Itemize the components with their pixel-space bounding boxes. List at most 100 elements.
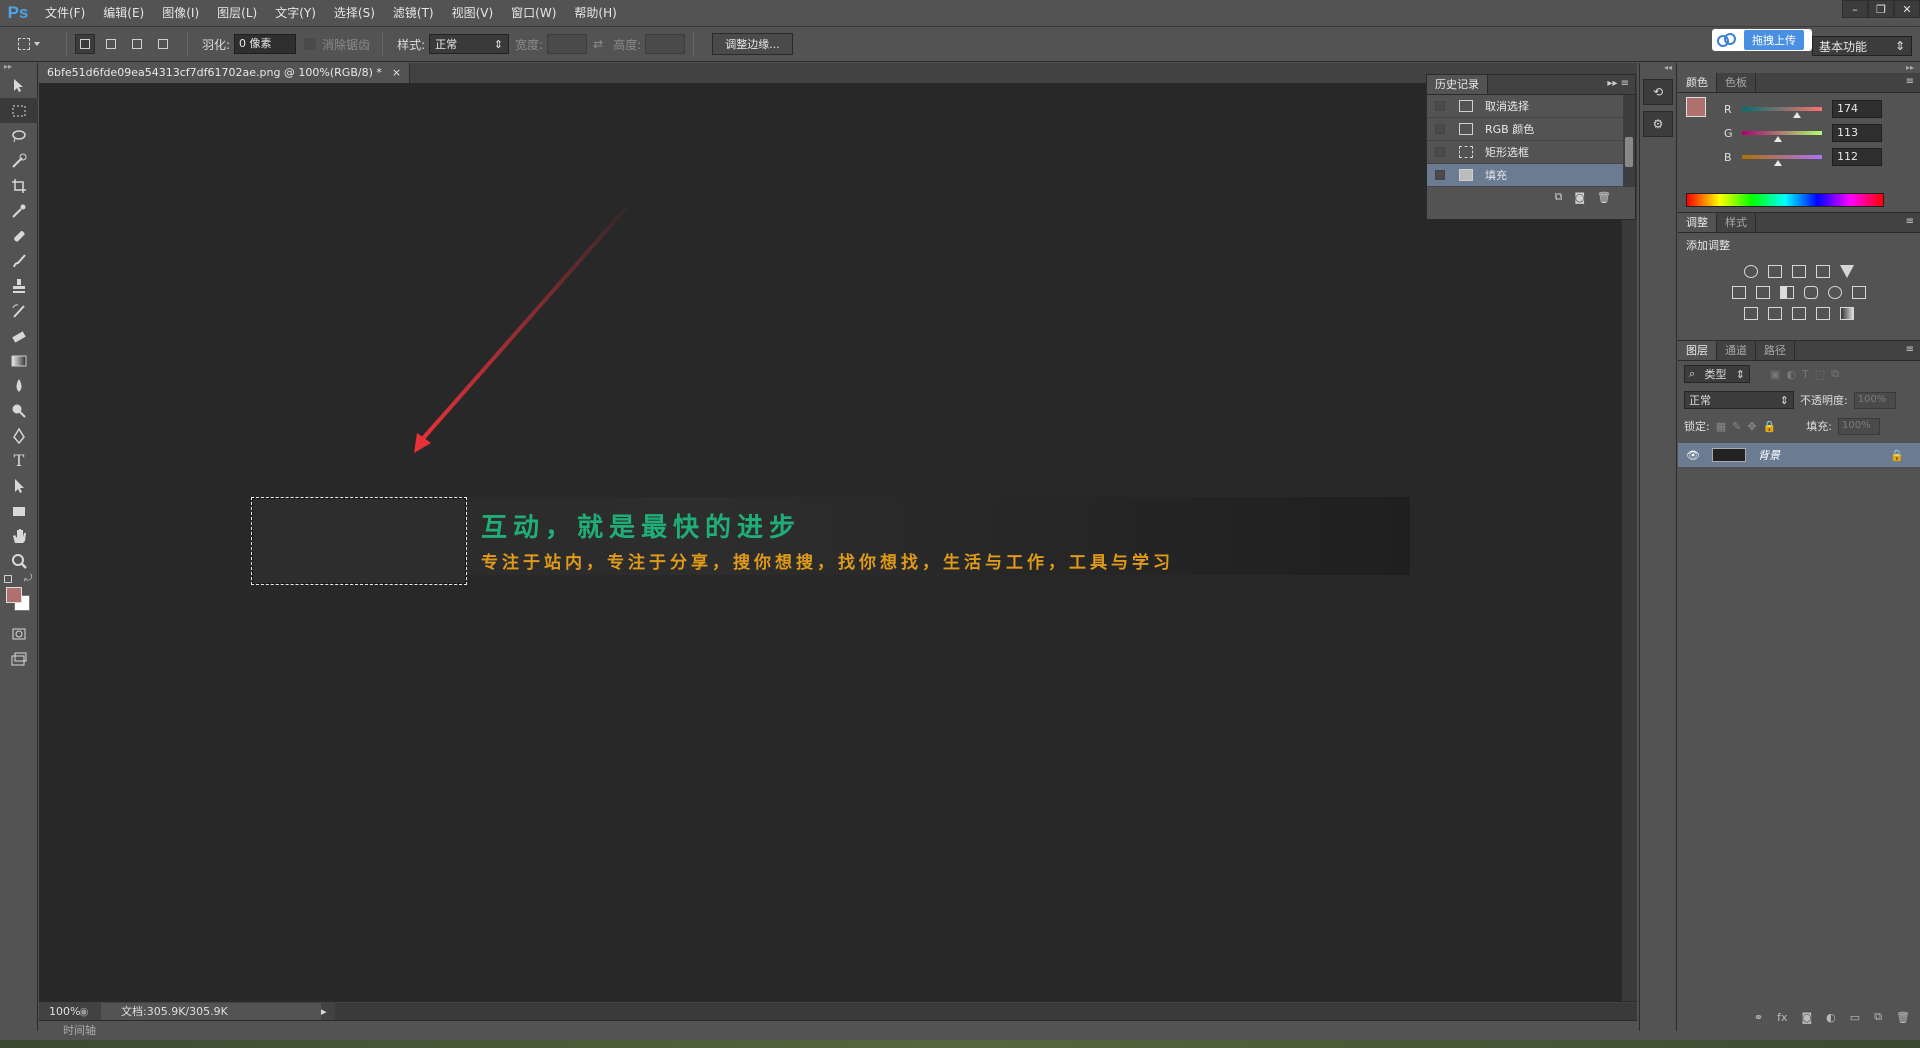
- menu-view[interactable]: 视图(V): [443, 0, 503, 26]
- antialias-checkbox[interactable]: [304, 38, 317, 50]
- collapse-icon[interactable]: ▸▸: [0, 63, 37, 73]
- status-info-icon[interactable]: ◉: [79, 1005, 101, 1018]
- trash-icon[interactable]: 🗑: [1896, 1011, 1910, 1024]
- menu-edit[interactable]: 编辑(E): [94, 0, 153, 26]
- levels-icon[interactable]: [1768, 265, 1782, 278]
- blur-tool-icon[interactable]: [0, 373, 38, 398]
- history-panel-icon[interactable]: ⟲: [1643, 79, 1673, 105]
- lock-all-icon[interactable]: 🔒: [1763, 420, 1777, 433]
- g-slider[interactable]: [1742, 131, 1822, 142]
- status-menu-arrow-icon[interactable]: ▸: [321, 1005, 335, 1018]
- posterize-icon[interactable]: [1768, 307, 1782, 320]
- vertical-scrollbar[interactable]: [1621, 83, 1637, 1001]
- tab-history[interactable]: 历史记录: [1427, 75, 1488, 94]
- restore-button[interactable]: ❐: [1868, 0, 1894, 18]
- path-selection-tool-icon[interactable]: [0, 473, 38, 498]
- new-adjustment-layer-icon[interactable]: ◐: [1826, 1011, 1836, 1024]
- feather-input[interactable]: 0 像素: [234, 34, 297, 54]
- photo-filter-icon[interactable]: [1804, 286, 1818, 299]
- tab-swatches[interactable]: 色板: [1717, 73, 1756, 92]
- camera-icon[interactable]: ◙: [1574, 191, 1585, 204]
- selective-color-icon[interactable]: [1816, 307, 1830, 320]
- width-input[interactable]: [547, 34, 588, 54]
- black-white-icon[interactable]: [1780, 286, 1794, 299]
- minimize-button[interactable]: –: [1842, 0, 1868, 18]
- upload-badge[interactable]: 拖拽上传: [1712, 29, 1812, 51]
- color-lookup-icon[interactable]: [1852, 286, 1866, 299]
- r-slider[interactable]: [1742, 107, 1822, 118]
- menu-file[interactable]: 文件(F): [36, 0, 94, 26]
- layer-filter-select[interactable]: ⌕ 类型 ⇕: [1684, 365, 1750, 383]
- subtract-selection-button[interactable]: [127, 34, 147, 54]
- height-input[interactable]: [645, 34, 686, 54]
- add-selection-button[interactable]: [101, 34, 121, 54]
- history-snapshot-checkbox[interactable]: [1435, 101, 1445, 111]
- screen-mode-icon[interactable]: [0, 646, 38, 671]
- brightness-icon[interactable]: [1744, 265, 1758, 278]
- color-spectrum-ramp[interactable]: [1686, 193, 1884, 207]
- tab-color[interactable]: 颜色: [1678, 73, 1717, 92]
- history-brush-tool-icon[interactable]: [0, 298, 38, 323]
- filter-smart-object-icon[interactable]: ⧉: [1831, 367, 1839, 381]
- quick-mask-icon[interactable]: [0, 621, 38, 646]
- menu-window[interactable]: 窗口(W): [502, 0, 565, 26]
- b-slider[interactable]: [1742, 155, 1822, 166]
- panel-menu-icon[interactable]: ≡: [1906, 76, 1914, 87]
- selection-marquee[interactable]: [251, 497, 467, 585]
- channel-mixer-icon[interactable]: [1828, 286, 1842, 299]
- history-item-selected[interactable]: 填充: [1427, 164, 1635, 187]
- slider-thumb[interactable]: [1774, 136, 1782, 142]
- rect-marquee-tool-icon[interactable]: [0, 98, 38, 123]
- close-button[interactable]: ✕: [1894, 0, 1920, 18]
- menu-filter[interactable]: 滤镜(T): [384, 0, 443, 26]
- swap-icon[interactable]: ⇄: [593, 37, 603, 51]
- vibrance-icon[interactable]: [1840, 265, 1854, 278]
- refine-edge-button[interactable]: 调整边缘...: [712, 33, 793, 55]
- invert-icon[interactable]: [1744, 307, 1758, 320]
- threshold-icon[interactable]: [1792, 307, 1806, 320]
- zoom-level[interactable]: 100%: [39, 1005, 80, 1018]
- healing-brush-tool-icon[interactable]: [0, 223, 38, 248]
- workspace-select[interactable]: 基本功能 ⇕: [1812, 36, 1912, 56]
- document-tab[interactable]: 6bfe51d6fde09ea54313cf7df61702ae.png @ 1…: [39, 63, 411, 83]
- menu-select[interactable]: 选择(S): [325, 0, 384, 26]
- foreground-color-swatch[interactable]: [1686, 97, 1706, 117]
- scroll-thumb[interactable]: [1625, 137, 1633, 167]
- lock-transparent-icon[interactable]: ▦: [1716, 420, 1726, 433]
- tab-adjustments[interactable]: 调整: [1678, 213, 1717, 232]
- history-snapshot-checkbox[interactable]: [1435, 170, 1445, 180]
- tab-styles[interactable]: 样式: [1717, 213, 1756, 232]
- menu-type[interactable]: 文字(Y): [266, 0, 325, 26]
- eyedropper-tool-icon[interactable]: [0, 198, 38, 223]
- clone-stamp-tool-icon[interactable]: [0, 273, 38, 298]
- color-balance-icon[interactable]: [1756, 286, 1770, 299]
- type-tool-icon[interactable]: T: [0, 448, 38, 473]
- hand-tool-icon[interactable]: [0, 523, 38, 548]
- properties-panel-icon[interactable]: ⚙: [1643, 111, 1673, 137]
- link-layers-icon[interactable]: ⚭: [1754, 1011, 1763, 1024]
- blend-mode-select[interactable]: 正常 ⇕: [1684, 391, 1794, 409]
- b-value-input[interactable]: 112: [1832, 148, 1882, 166]
- tool-preset-picker[interactable]: [18, 31, 58, 57]
- history-item[interactable]: 取消选择: [1427, 95, 1635, 118]
- hue-saturation-icon[interactable]: [1732, 286, 1746, 299]
- tab-paths[interactable]: 路径: [1756, 341, 1795, 360]
- eye-icon[interactable]: 👁: [1686, 449, 1700, 462]
- add-mask-icon[interactable]: ◙: [1801, 1011, 1812, 1024]
- filter-pixel-icon[interactable]: ▣: [1770, 368, 1780, 381]
- menu-image[interactable]: 图像(I): [153, 0, 208, 26]
- brush-tool-icon[interactable]: [0, 248, 38, 273]
- menu-layer[interactable]: 图层(L): [208, 0, 266, 26]
- history-item[interactable]: 矩形选框: [1427, 141, 1635, 164]
- slider-thumb[interactable]: [1774, 160, 1782, 166]
- menu-help[interactable]: 帮助(H): [565, 0, 625, 26]
- r-value-input[interactable]: 174: [1832, 100, 1882, 118]
- exposure-icon[interactable]: [1816, 265, 1830, 278]
- slider-thumb[interactable]: [1793, 112, 1801, 118]
- new-selection-button[interactable]: [75, 34, 95, 54]
- history-item[interactable]: RGB 颜色: [1427, 118, 1635, 141]
- trash-icon[interactable]: 🗑: [1597, 191, 1611, 204]
- fill-input[interactable]: 100%: [1837, 417, 1880, 435]
- gradient-map-icon[interactable]: [1840, 307, 1854, 320]
- filter-shape-icon[interactable]: ⬚: [1815, 368, 1825, 381]
